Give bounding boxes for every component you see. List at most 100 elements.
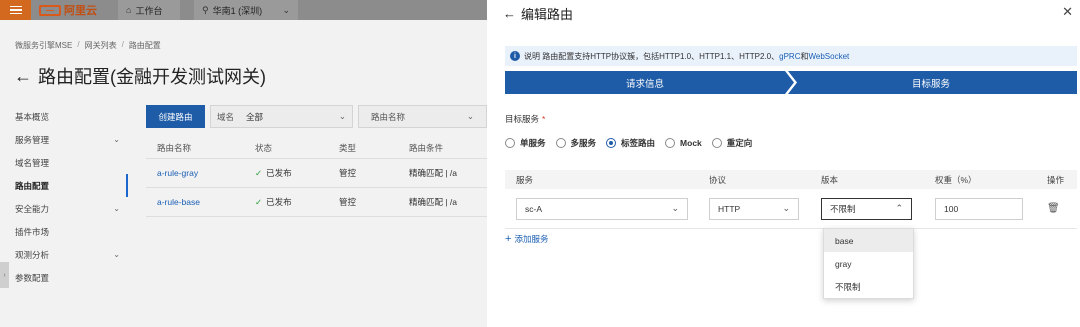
radio-label: 多服务	[570, 138, 597, 148]
target-type-radio-group: 单服务 多服务 标签路由 Mock 重定向	[505, 137, 752, 149]
condition-cell: 精确匹配 | /a	[409, 168, 458, 178]
service-table-header: 服务 协议 版本 权重（%） 操作	[505, 170, 1077, 189]
step-bar: 请求信息 目标服务	[505, 71, 1077, 94]
sidebar-item-domain-management[interactable]: 域名管理	[0, 151, 128, 174]
logo-mark-icon	[39, 4, 61, 16]
sidebar-collapse-handle[interactable]: ›	[0, 262, 9, 288]
status-cell: ✓ 已发布	[255, 167, 339, 179]
radio-mock[interactable]: Mock	[665, 138, 702, 148]
weight-cell: 100	[924, 197, 1036, 220]
step-target-service[interactable]: 目标服务	[785, 71, 1077, 94]
column-header: 路由名称	[157, 142, 192, 153]
region-selector[interactable]: ⚲ 华南1 (深圳) ⌄	[194, 0, 298, 20]
check-icon: ✓	[255, 197, 263, 207]
dropdown-option-unlimited[interactable]: 不限制	[824, 275, 913, 298]
sidebar-item-service-management[interactable]: 服务管理 ⌄	[0, 128, 128, 151]
chevron-down-icon: ⌄	[671, 203, 679, 213]
add-service-label: 添加服务	[514, 234, 549, 244]
sidebar-item-observability[interactable]: 观测分析 ⌄	[0, 243, 128, 266]
sidebar-item-overview[interactable]: 基本概览	[0, 105, 128, 128]
breadcrumb-item[interactable]: 网关列表	[85, 40, 117, 51]
type-cell: 管控	[339, 197, 357, 207]
drawer-title: ← 编辑路由	[503, 4, 573, 23]
domain-filter-select[interactable]: 域名 全部 ⌄	[210, 105, 353, 128]
sidebar-item-label: 基本概览	[15, 111, 50, 122]
sidebar-item-label: 观测分析	[15, 249, 50, 260]
table-header: 路由名称 状态 类型 路由条件	[146, 137, 487, 159]
version-select-value: 不限制	[830, 203, 856, 214]
route-name-link[interactable]: a-rule-base	[146, 197, 255, 207]
column-header: 权重（%）	[935, 174, 977, 185]
column-header: 版本	[821, 174, 839, 185]
chevron-right-icon: ›	[3, 271, 6, 279]
condition-cell: 精确匹配 | /a	[409, 197, 458, 207]
websocket-link[interactable]: WebSocket	[808, 52, 849, 61]
sidebar-item-security[interactable]: 安全能力 ⌄	[0, 197, 128, 220]
sidebar-item-plugin-market[interactable]: 插件市场	[0, 220, 128, 243]
radio-checked-icon	[606, 138, 617, 148]
chevron-down-icon: ⌄	[113, 250, 120, 259]
protocol-select[interactable]: HTTP ⌄	[709, 197, 799, 220]
column-header: 状态	[255, 142, 273, 153]
chevron-up-icon: ⌃	[895, 203, 903, 213]
breadcrumb-item[interactable]: 微服务引擎MSE	[15, 40, 72, 51]
domain-filter-label: 域名	[217, 111, 235, 122]
version-dropdown-menu: base gray 不限制	[823, 228, 914, 299]
table-row: a-rule-gray ✓ 已发布 管控 精确匹配 | /a	[146, 159, 487, 188]
sidebar-item-parameters[interactable]: 参数配置	[0, 266, 128, 289]
version-cell: 不限制 ⌃	[810, 197, 924, 220]
workbench-button[interactable]: ⌂ 工作台	[118, 0, 180, 20]
sidebar-nav: 基本概览 服务管理 ⌄ 域名管理 路由配置 安全能力 ⌄ 插件市场 观测分析 ⌄…	[0, 105, 128, 289]
logo-text: 阿里云	[64, 5, 97, 17]
aliyun-logo[interactable]: 阿里云	[39, 3, 97, 17]
protocol-cell: HTTP ⌄	[698, 197, 810, 220]
table-row: a-rule-base ✓ 已发布 管控 精确匹配 | /a	[146, 188, 487, 217]
dropdown-option-gray[interactable]: gray	[824, 252, 913, 275]
service-cell: sc-A ⌄	[505, 197, 698, 220]
route-name-filter-select[interactable]: 路由名称 ⌄	[358, 105, 487, 128]
service-select-value: sc-A	[525, 203, 542, 214]
radio-multi-service[interactable]: 多服务	[555, 137, 597, 149]
domain-filter-value: 全部	[246, 111, 264, 122]
grpc-link[interactable]: gPRC	[779, 52, 800, 61]
required-mark: *	[542, 114, 546, 124]
back-arrow-icon[interactable]: ←	[14, 66, 32, 87]
notice-prefix: 说明 路由配置支持HTTP协议簇，包括HTTP1.0、HTTP1.1、HTTP2…	[524, 51, 780, 61]
top-bar: 阿里云 ⌂ 工作台 ⚲ 华南1 (深圳) ⌄	[0, 0, 487, 20]
radio-tag-routing[interactable]: 标签路由	[606, 137, 655, 149]
info-icon: i	[510, 51, 520, 61]
radio-label: 重定向	[726, 138, 753, 148]
radio-label: Mock	[680, 138, 702, 148]
service-row: sc-A ⌄ HTTP ⌄ 不限制 ⌃ 100 🗑	[505, 189, 1077, 229]
trash-icon[interactable]: 🗑	[1047, 203, 1060, 214]
step-request-info[interactable]: 请求信息	[505, 71, 785, 94]
add-service-button[interactable]: + 添加服务	[505, 233, 548, 245]
close-icon[interactable]: ✕	[1062, 4, 1073, 20]
sidebar-item-label: 服务管理	[15, 134, 50, 145]
drawer-title-text: 编辑路由	[521, 7, 574, 22]
chevron-down-icon: ⌄	[113, 204, 120, 213]
dropdown-option-base[interactable]: base	[824, 229, 913, 252]
route-name-filter-label: 路由名称	[371, 111, 406, 122]
breadcrumb: 微服务引擎MSE / 网关列表 / 路由配置	[15, 40, 161, 51]
hamburger-menu-icon[interactable]	[0, 0, 31, 20]
radio-single-service[interactable]: 单服务	[505, 137, 546, 149]
page-title: ← 路由配置(金融开发测试网关)	[14, 63, 266, 89]
create-route-button[interactable]: 创建路由	[146, 105, 205, 128]
sidebar-item-route-config[interactable]: 路由配置	[0, 174, 128, 197]
service-select[interactable]: sc-A ⌄	[516, 197, 688, 220]
breadcrumb-item: 路由配置	[128, 41, 161, 50]
weight-input[interactable]: 100	[935, 197, 1023, 220]
notice-text: 说明 路由配置支持HTTP协议簇，包括HTTP1.0、HTTP1.1、HTTP2…	[524, 51, 849, 62]
version-select[interactable]: 不限制 ⌃	[821, 197, 912, 220]
weight-input-value: 100	[944, 203, 959, 214]
back-arrow-icon[interactable]: ←	[503, 6, 516, 21]
chevron-down-icon: ⌄	[113, 135, 120, 144]
radio-redirect[interactable]: 重定向	[711, 137, 753, 149]
status-cell: ✓ 已发布	[255, 196, 339, 208]
route-name-link[interactable]: a-rule-gray	[146, 168, 255, 178]
sidebar-item-label: 插件市场	[15, 226, 50, 237]
radio-label: 单服务	[520, 138, 546, 148]
radio-label: 标签路由	[621, 138, 656, 148]
radio-circle-icon	[505, 138, 515, 148]
